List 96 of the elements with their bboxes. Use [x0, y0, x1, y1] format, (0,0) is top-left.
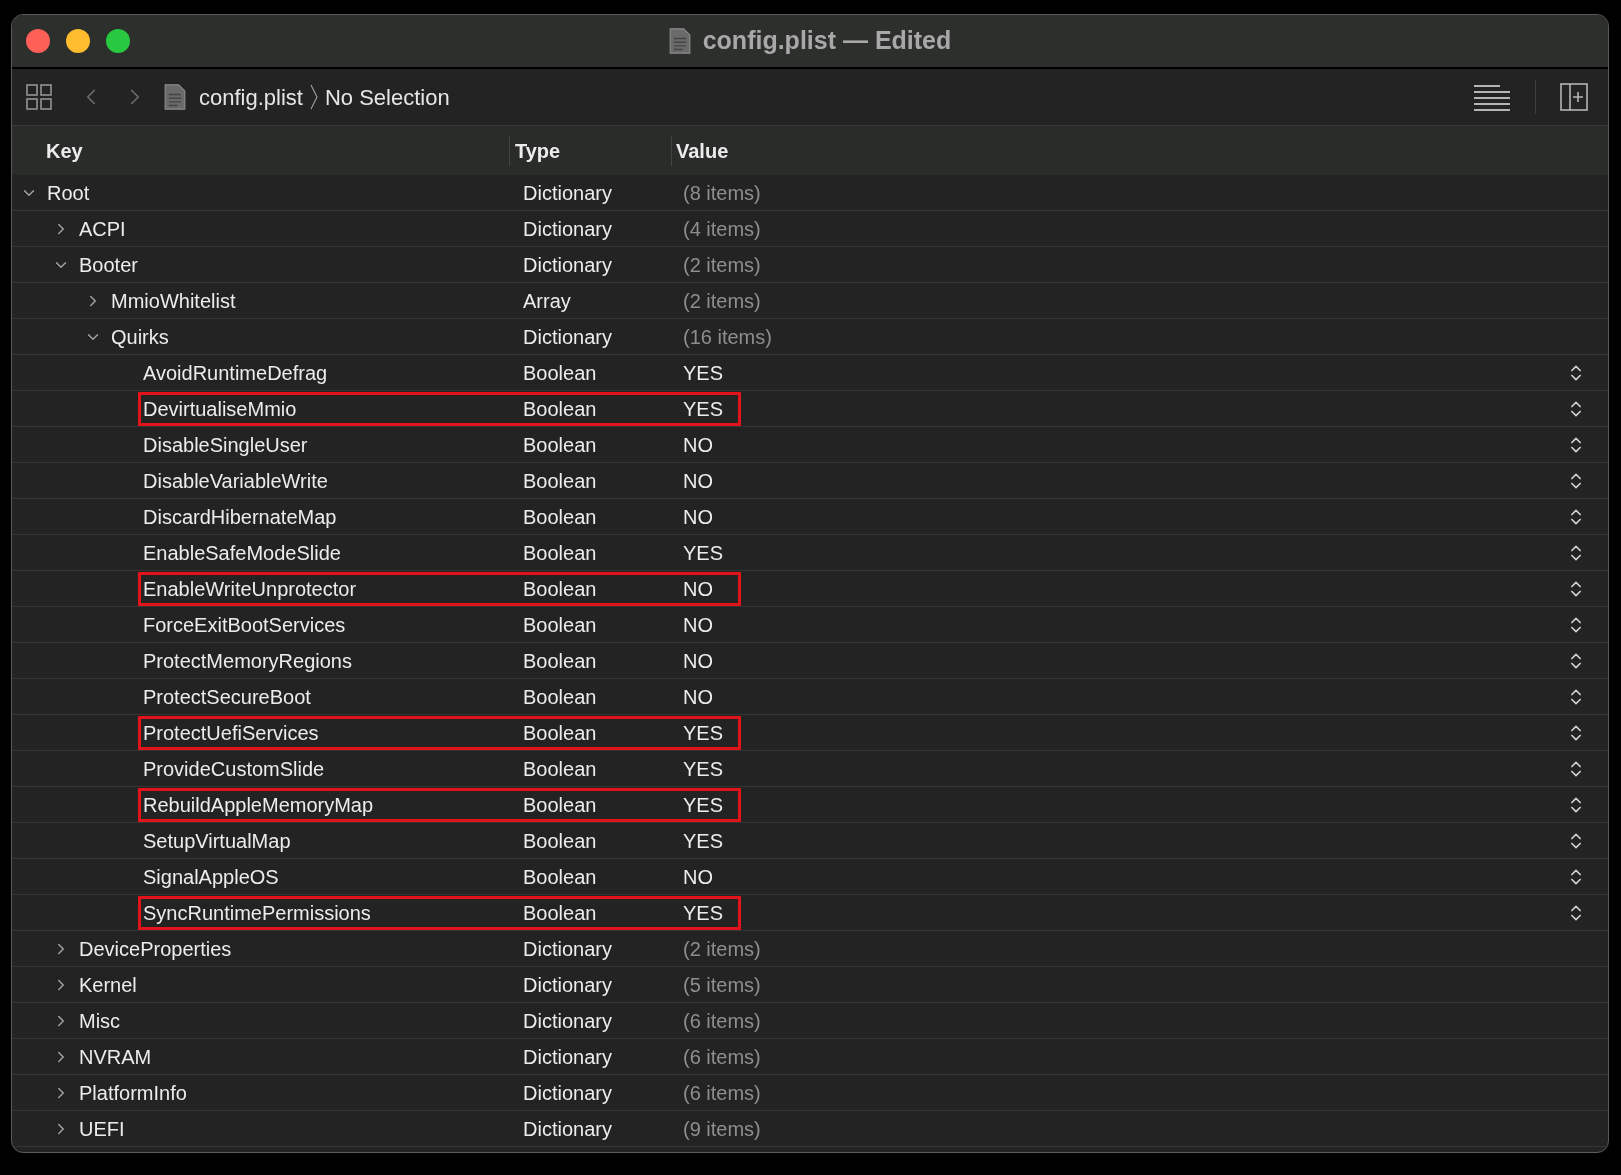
key-text: PlatformInfo [79, 1080, 188, 1106]
type-text: Dictionary [523, 936, 613, 962]
value-text: (2 items) [683, 252, 761, 278]
inspector-icon[interactable] [1560, 83, 1588, 111]
type-text: Dictionary [523, 1116, 613, 1142]
value-text: YES [683, 756, 725, 782]
key-text: ACPI [79, 216, 127, 242]
key-text: SignalAppleOS [143, 864, 280, 890]
type-text: Boolean [523, 504, 598, 530]
type-text: Dictionary [523, 1044, 613, 1070]
separator-icon [308, 83, 319, 111]
type-text: Boolean [523, 576, 598, 602]
key-text: ProtectMemoryRegions [143, 648, 353, 674]
key-text: ForceExitBootServices [143, 612, 347, 638]
type-text: Dictionary [523, 1080, 613, 1106]
value-text: (4 items) [683, 216, 761, 242]
value-text: YES [683, 792, 725, 818]
key-text: MmioWhitelist [111, 288, 237, 314]
key-text: Booter [79, 252, 139, 278]
window-title: config.plist — Edited [702, 25, 952, 57]
type-text: Dictionary [523, 216, 613, 242]
type-text: Dictionary [523, 252, 613, 278]
value-text: YES [683, 900, 725, 926]
type-text: Boolean [523, 900, 598, 926]
type-text: Dictionary [523, 972, 613, 998]
value-text: (6 items) [683, 1080, 761, 1106]
value-text: YES [683, 360, 725, 386]
key-text: DiscardHibernateMap [143, 504, 338, 530]
value-text: YES [683, 396, 725, 422]
lines-icon[interactable] [1473, 83, 1511, 111]
zoom-button[interactable] [106, 29, 130, 53]
key-text: DisableVariableWrite [143, 468, 329, 494]
minimize-button[interactable] [66, 29, 90, 53]
type-text: Boolean [523, 432, 598, 458]
value-text: (16 items) [683, 324, 772, 350]
key-text: DevirtualiseMmio [143, 396, 298, 422]
type-text: Boolean [523, 468, 598, 494]
key-text: ProtectUefiServices [143, 720, 320, 746]
key-text: NVRAM [79, 1044, 153, 1070]
value-text: NO [683, 576, 714, 602]
breadcrumb-item[interactable]: No Selection [324, 80, 450, 114]
value-text: (6 items) [683, 1008, 761, 1034]
key-text: Misc [79, 1008, 122, 1034]
column-header[interactable]: Key [12, 135, 509, 166]
key-text: EnableSafeModeSlide [143, 540, 342, 566]
key-text: DisableSingleUser [143, 432, 309, 458]
column-header[interactable]: Value [672, 135, 729, 166]
key-text: Kernel [79, 972, 138, 998]
key-text: AvoidRuntimeDefrag [143, 360, 329, 386]
value-text: YES [683, 828, 725, 854]
value-text: (5 items) [683, 972, 761, 998]
type-text: Boolean [523, 828, 598, 854]
type-text: Boolean [523, 396, 598, 422]
column-header[interactable]: Type [510, 135, 671, 166]
key-text: ProvideCustomSlide [143, 756, 326, 782]
value-text: NO [683, 684, 714, 710]
key-text: DeviceProperties [79, 936, 233, 962]
type-text: Boolean [523, 540, 598, 566]
type-text: Dictionary [523, 180, 613, 206]
breadcrumb-item[interactable]: config.plist [199, 80, 303, 114]
type-text: Boolean [523, 684, 598, 710]
key-text: SyncRuntimePermissions [143, 900, 372, 926]
value-text: (9 items) [683, 1116, 761, 1142]
type-text: Dictionary [523, 1008, 613, 1034]
type-text: Boolean [523, 612, 598, 638]
value-text: (6 items) [683, 1044, 761, 1070]
key-text: Root [47, 180, 91, 206]
value-text: YES [683, 540, 725, 566]
value-text: NO [683, 864, 714, 890]
value-text: NO [683, 468, 714, 494]
type-text: Boolean [523, 756, 598, 782]
value-text: NO [683, 504, 714, 530]
document-icon [668, 27, 691, 55]
value-text: YES [683, 720, 725, 746]
key-text: RebuildAppleMemoryMap [143, 792, 375, 818]
type-text: Dictionary [523, 324, 613, 350]
type-text: Boolean [523, 648, 598, 674]
value-text: (2 items) [683, 936, 761, 962]
key-text: SetupVirtualMap [143, 828, 292, 854]
key-text: Quirks [111, 324, 170, 350]
key-text: UEFI [79, 1116, 126, 1142]
value-text: NO [683, 612, 714, 638]
key-text: ProtectSecureBoot [143, 684, 312, 710]
type-text: Array [523, 288, 572, 314]
value-text: NO [683, 432, 714, 458]
type-text: Boolean [523, 360, 598, 386]
type-text: Boolean [523, 720, 598, 746]
value-text: (8 items) [683, 180, 761, 206]
grid-icon[interactable] [26, 84, 52, 110]
document-icon [164, 83, 186, 111]
type-text: Boolean [523, 792, 598, 818]
value-text: (2 items) [683, 288, 761, 314]
key-text: EnableWriteUnprotector [143, 576, 358, 602]
close-button[interactable] [26, 29, 50, 53]
value-text: NO [683, 648, 714, 674]
type-text: Boolean [523, 864, 598, 890]
